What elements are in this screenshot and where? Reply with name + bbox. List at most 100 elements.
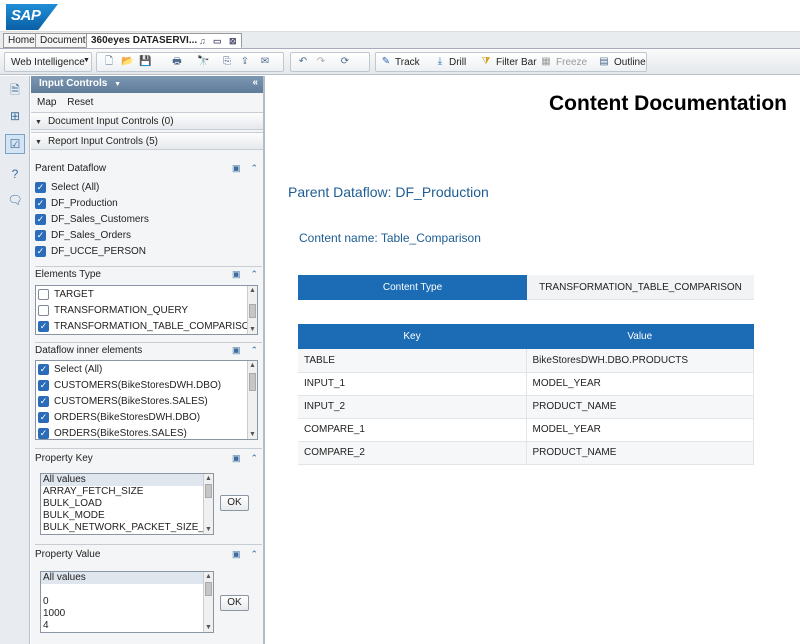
mail-icon[interactable]: ✉	[259, 56, 271, 68]
checkbox-row[interactable]: ✓ ORDERS(BikeStores.SALES)	[38, 425, 255, 439]
document-summary-icon[interactable]: 🗎	[5, 80, 25, 100]
scroll-down-icon[interactable]: ▼	[204, 623, 213, 632]
scroll-down-icon[interactable]: ▼	[248, 430, 257, 439]
collapse-control-icon[interactable]: ⌃	[250, 163, 258, 173]
map-button[interactable]: Map	[37, 97, 56, 108]
checkbox-checked[interactable]: ✓	[38, 411, 49, 423]
map-control-icon[interactable]: ▣	[232, 345, 241, 355]
collapse-control-icon[interactable]: ⌃	[250, 549, 258, 559]
scroll-up-icon[interactable]: ▲	[204, 474, 213, 483]
help-icon[interactable]: ?	[5, 164, 25, 184]
list-item[interactable]: 0	[41, 596, 213, 608]
checkbox-row[interactable]: ✓ Select (All)	[38, 361, 255, 377]
scrollbar[interactable]: ▲ ▼	[247, 361, 257, 439]
list-item[interactable]: BULK_MODE	[41, 510, 213, 522]
document-input-controls-section[interactable]: ▼ Document Input Controls (0)	[31, 112, 263, 130]
collapse-control-icon[interactable]: ⌃	[250, 453, 258, 463]
collapse-control-icon[interactable]: ⌃	[250, 345, 258, 355]
new-document-icon[interactable]: 🗋	[103, 56, 115, 68]
map-control-icon[interactable]: ▣	[232, 269, 241, 279]
checkbox-row[interactable]: ✓ ORDERS(BikeStoresDWH.DBO)	[38, 409, 255, 425]
scroll-up-icon[interactable]: ▲	[248, 361, 257, 370]
map-control-icon[interactable]: ▣	[232, 549, 241, 559]
export-icon[interactable]: ⇪	[239, 56, 251, 68]
refresh-icon[interactable]: ⟳	[339, 56, 351, 68]
save-icon[interactable]: 💾	[139, 56, 151, 68]
open-folder-icon[interactable]: 📂	[121, 56, 133, 68]
list-item[interactable]: 1000	[41, 608, 213, 620]
scroll-thumb[interactable]	[249, 304, 256, 318]
tab-document-active[interactable]: 360eyes DATASERVI... ♫ ▭ ⊠	[86, 33, 242, 48]
checkbox-unchecked[interactable]	[38, 304, 49, 316]
property-value-listbox[interactable]: All values 0 1000 4 ▲ ▼	[40, 571, 214, 633]
filter-bar-button[interactable]: Filter Bar	[496, 57, 537, 68]
collapse-panel-icon[interactable]: «	[252, 77, 258, 88]
checkbox-checked[interactable]: ✓	[35, 229, 46, 241]
checkbox-checked[interactable]: ✓	[38, 379, 49, 391]
web-intelligence-menu[interactable]: Web Intelligence ▼	[4, 52, 92, 72]
outline-button[interactable]: Outline	[614, 57, 646, 68]
list-item[interactable]: ARRAY_FETCH_SIZE	[41, 486, 213, 498]
find-icon[interactable]: 🔭	[197, 56, 209, 68]
comments-icon[interactable]: 🗨	[5, 190, 25, 210]
checkbox-checked[interactable]: ✓	[38, 320, 49, 332]
checkbox-checked[interactable]: ✓	[35, 197, 46, 209]
report-input-controls-section[interactable]: ▼ Report Input Controls (5)	[31, 132, 263, 150]
scrollbar[interactable]: ▲ ▼	[203, 572, 213, 632]
checkbox-checked[interactable]: ✓	[38, 427, 49, 439]
collapse-control-icon[interactable]: ⌃	[250, 269, 258, 279]
checkbox-row[interactable]: ✓ DF_UCCE_PERSON	[35, 243, 262, 259]
property-value-ok-button[interactable]: OK	[220, 595, 249, 611]
checkbox-checked[interactable]: ✓	[38, 395, 49, 407]
scrollbar[interactable]: ▲ ▼	[203, 474, 213, 534]
checkbox-checked[interactable]: ✓	[35, 245, 46, 257]
elements-type-list[interactable]: TARGET TRANSFORMATION_QUERY ✓ TRANSFORMAT…	[35, 285, 258, 335]
undo-icon[interactable]: ↶	[297, 56, 309, 68]
checkbox-row[interactable]: ✓ CUSTOMERS(BikeStores.SALES)	[38, 393, 255, 409]
checkbox-row[interactable]: ✓ TRANSFORMATION_TABLE_COMPARISON	[38, 318, 257, 334]
scroll-up-icon[interactable]: ▲	[248, 286, 257, 295]
checkbox-checked[interactable]: ✓	[35, 213, 46, 225]
dataflow-inner-elements-list[interactable]: ✓ Select (All) ✓ CUSTOMERS(BikeStoresDWH.D…	[35, 360, 258, 440]
checkbox-checked[interactable]: ✓	[38, 363, 49, 375]
track-button[interactable]: Track	[395, 57, 420, 68]
checkbox-row[interactable]: ✓ DF_Sales_Orders	[35, 227, 262, 243]
close-icon[interactable]: ⊠	[229, 35, 237, 47]
property-key-listbox[interactable]: All values ARRAY_FETCH_SIZE BULK_LOAD BU…	[40, 473, 214, 535]
drill-button[interactable]: Drill	[449, 57, 466, 68]
freeze-button[interactable]: Freeze	[556, 57, 587, 68]
scroll-up-icon[interactable]: ▲	[204, 572, 213, 581]
checkbox-row[interactable]: ✓ CUSTOMERS(BikeStoresDWH.DBO)	[38, 377, 255, 393]
scroll-down-icon[interactable]: ▼	[204, 525, 213, 534]
redo-icon[interactable]: ↷	[315, 56, 327, 68]
scrollbar[interactable]: ▲ ▼	[247, 286, 257, 334]
checkbox-row[interactable]: ✓ DF_Sales_Customers	[35, 211, 262, 227]
checkbox-unchecked[interactable]	[38, 288, 49, 300]
checkbox-row[interactable]: ✓ Select (All)	[35, 179, 262, 195]
print-icon[interactable]: 🖶	[171, 56, 183, 68]
checkbox-checked[interactable]: ✓	[35, 181, 46, 193]
panel-menu-chevron-icon[interactable]: ▼	[114, 81, 121, 88]
list-item[interactable]: BULK_LOAD	[41, 498, 213, 510]
scroll-down-icon[interactable]: ▼	[248, 325, 257, 334]
navigation-map-icon[interactable]: ⊞	[5, 106, 25, 126]
checkbox-row[interactable]: TRANSFORMATION_QUERY	[38, 302, 255, 318]
reset-button[interactable]: Reset	[67, 97, 93, 108]
list-item[interactable]: All values	[41, 572, 213, 584]
scroll-thumb[interactable]	[205, 582, 212, 596]
scroll-thumb[interactable]	[249, 373, 256, 391]
checkbox-row[interactable]: ✓ DF_Production	[35, 195, 262, 211]
copy-icon[interactable]: ⎘	[221, 56, 233, 68]
checkbox-row[interactable]: TARGET	[38, 286, 255, 302]
map-control-icon[interactable]: ▣	[232, 163, 241, 173]
input-controls-icon[interactable]: ☑	[5, 134, 25, 154]
property-key-ok-button[interactable]: OK	[220, 495, 249, 511]
scroll-thumb[interactable]	[205, 484, 212, 498]
map-control-icon[interactable]: ▣	[232, 453, 241, 463]
list-item[interactable]: 4	[41, 620, 213, 632]
list-item[interactable]: All values	[41, 474, 213, 486]
minimize-icon[interactable]: ▭	[213, 35, 222, 47]
list-item[interactable]: BULK_NETWORK_PACKET_SIZE_KB	[41, 522, 213, 534]
pin-icon[interactable]: ♫	[199, 35, 206, 47]
list-item[interactable]	[41, 584, 213, 596]
